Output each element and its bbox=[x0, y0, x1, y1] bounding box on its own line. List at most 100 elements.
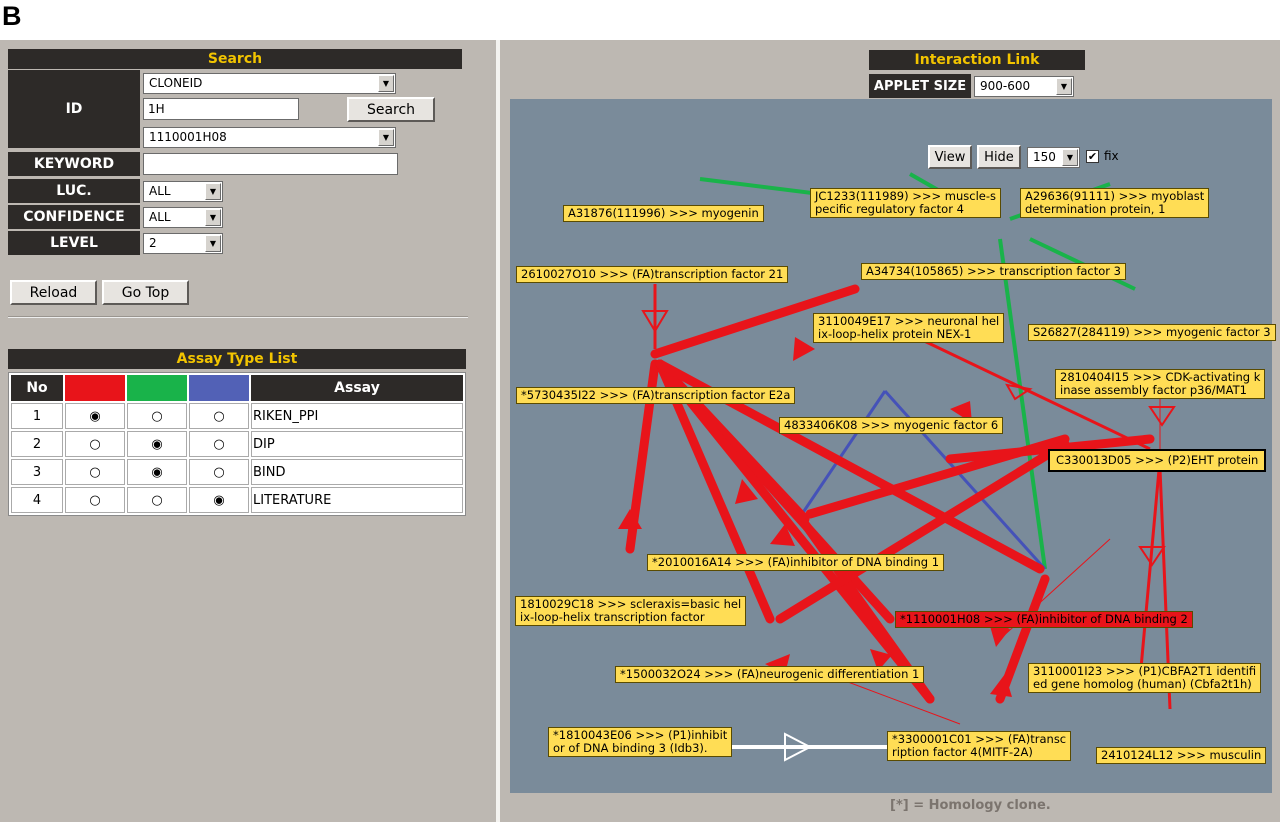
arrowhead bbox=[1148, 406, 1176, 427]
col-no: No bbox=[11, 375, 63, 401]
assay-name: DIP bbox=[251, 431, 463, 457]
edge-green bbox=[998, 238, 1047, 570]
id-result-select[interactable]: 1110001H08 ▼ bbox=[143, 127, 396, 148]
applet-size-label: APPLET SIZE bbox=[869, 74, 971, 98]
radio-blue[interactable]: ◉ bbox=[189, 487, 249, 513]
node-a29636[interactable]: A29636(91111) >>> myoblast determination… bbox=[1020, 188, 1210, 218]
node-2810404i15[interactable]: 2810404I15 >>> CDK-activating k inase as… bbox=[1055, 369, 1266, 399]
color-swatch-red bbox=[65, 375, 125, 401]
node-label-line: or of DNA binding 3 (Idb3). bbox=[553, 741, 708, 755]
chevron-down-icon[interactable]: ▼ bbox=[1062, 149, 1078, 166]
radio-red[interactable]: ○ bbox=[65, 431, 125, 457]
fix-label: fix bbox=[1104, 149, 1119, 163]
assay-row: 4 ○ ○ ◉ LITERATURE bbox=[11, 487, 463, 513]
edge-red-thin bbox=[1138, 458, 1162, 680]
confidence-label: CONFIDENCE bbox=[8, 205, 140, 229]
arrowhead bbox=[1005, 383, 1033, 401]
radio-red[interactable]: ○ bbox=[65, 487, 125, 513]
keyword-label: KEYWORD bbox=[8, 152, 140, 176]
chevron-down-icon[interactable]: ▼ bbox=[205, 209, 221, 226]
luc-label: LUC. bbox=[8, 179, 140, 203]
hide-button[interactable]: Hide bbox=[977, 145, 1021, 169]
node-label-line: ix-loop-helix protein NEX-1 bbox=[818, 327, 972, 341]
node-label-line: ed gene homolog (human) (Cbfa2t1h) bbox=[1033, 677, 1252, 691]
assay-row: 2 ○ ◉ ○ DIP bbox=[11, 431, 463, 457]
chevron-down-icon[interactable]: ▼ bbox=[378, 129, 394, 146]
search-button[interactable]: Search bbox=[347, 97, 435, 122]
assay-row-number: 3 bbox=[11, 459, 63, 485]
chevron-down-icon[interactable]: ▼ bbox=[205, 235, 221, 252]
node-c330013d05[interactable]: C330013D05 >>> (P2)EHT protein bbox=[1047, 449, 1267, 472]
id-type-value: CLONEID bbox=[149, 76, 203, 90]
edge-red bbox=[775, 439, 1070, 624]
node-label-line: ix-loop-helix transcription factor bbox=[520, 610, 705, 624]
radio-red[interactable]: ○ bbox=[65, 459, 125, 485]
assay-name: LITERATURE bbox=[251, 487, 463, 513]
node-4833406k08[interactable]: 4833406K08 >>> myogenic factor 6 bbox=[779, 417, 1004, 434]
chevron-down-icon[interactable]: ▼ bbox=[378, 75, 394, 92]
search-header: Search bbox=[8, 49, 462, 69]
node-3300001c01[interactable]: *3300001C01 >>> (FA)transc ription facto… bbox=[887, 731, 1072, 761]
assay-row-number: 4 bbox=[11, 487, 63, 513]
radio-red[interactable]: ◉ bbox=[65, 403, 125, 429]
node-2010016a14[interactable]: *2010016A14 >>> (FA)inhibitor of DNA bin… bbox=[647, 554, 945, 571]
assay-row-number: 2 bbox=[11, 431, 63, 457]
radio-green[interactable]: ◉ bbox=[127, 431, 187, 457]
id-result-value: 1110001H08 bbox=[149, 130, 227, 144]
color-swatch-green bbox=[127, 375, 187, 401]
node-a31876[interactable]: A31876(111996) >>> myogenin bbox=[563, 205, 764, 222]
confidence-select[interactable]: ALL ▼ bbox=[143, 207, 223, 228]
search-panel: Search ID CLONEID ▼ 1H Search 1110001H08… bbox=[0, 40, 496, 822]
node-1810029c18[interactable]: 1810029C18 >>> scleraxis=basic hel ix-lo… bbox=[515, 596, 747, 626]
node-1810043e06[interactable]: *1810043E06 >>> (P1)inhibit or of DNA bi… bbox=[548, 727, 733, 757]
node-a34734[interactable]: A34734(105865) >>> transcription factor … bbox=[861, 263, 1126, 280]
node-label-line: ription factor 4(MITF-2A) bbox=[892, 745, 1033, 759]
go-top-button[interactable]: Go Top bbox=[102, 280, 189, 305]
keyword-input[interactable] bbox=[143, 153, 398, 175]
interaction-panel: Interaction Link APPLET SIZE 900-600 ▼ V… bbox=[500, 40, 1280, 822]
radio-blue[interactable]: ○ bbox=[189, 403, 249, 429]
assay-type-table: No Assay 1 ◉ ○ ○ RIKEN_PPI 2 ○ ◉ ○ DIP 3 ○ ◉ ○ BIND 4 ○ ○… bbox=[8, 372, 466, 516]
luc-value: ALL bbox=[149, 184, 171, 198]
reload-button[interactable]: Reload bbox=[10, 280, 97, 305]
radio-green[interactable]: ◉ bbox=[127, 459, 187, 485]
node-3110049e17[interactable]: 3110049E17 >>> neuronal hel ix-loop-heli… bbox=[813, 313, 1005, 343]
interaction-applet[interactable]: View Hide 150 ▼ ✔ fix A31876(111996) >>>… bbox=[510, 99, 1276, 793]
node-3110001i23[interactable]: 3110001I23 >>> (P1)CBFA2T1 identifi ed g… bbox=[1028, 663, 1262, 693]
node-1500032o24[interactable]: *1500032O24 >>> (FA)neurogenic different… bbox=[615, 666, 925, 683]
divider bbox=[8, 316, 468, 318]
assay-list-header: Assay Type List bbox=[8, 349, 466, 369]
radio-green[interactable]: ○ bbox=[127, 403, 187, 429]
depth-select[interactable]: 150 ▼ bbox=[1027, 147, 1080, 168]
node-label-line: pecific regulatory factor 4 bbox=[815, 202, 964, 216]
id-type-select[interactable]: CLONEID ▼ bbox=[143, 73, 396, 94]
assay-row-number: 1 bbox=[11, 403, 63, 429]
node-5730435i22[interactable]: *5730435I22 >>> (FA)transcription factor… bbox=[516, 387, 796, 404]
node-jc1233[interactable]: JC1233(111989) >>> muscle-s pecific regu… bbox=[810, 188, 1001, 218]
view-button[interactable]: View bbox=[928, 145, 972, 169]
depth-value: 150 bbox=[1033, 150, 1056, 164]
assay-row: 3 ○ ◉ ○ BIND bbox=[11, 459, 463, 485]
chevron-down-icon[interactable]: ▼ bbox=[205, 183, 221, 200]
node-s26827[interactable]: S26827(284119) >>> myogenic factor 3 bbox=[1028, 324, 1276, 341]
fix-checkbox[interactable]: ✔ bbox=[1086, 150, 1099, 163]
radio-blue[interactable]: ○ bbox=[189, 459, 249, 485]
node-2610027o10[interactable]: 2610027O10 >>> (FA)transcription factor … bbox=[516, 266, 789, 283]
arrowhead bbox=[793, 337, 815, 361]
radio-blue[interactable]: ○ bbox=[189, 431, 249, 457]
level-select[interactable]: 2 ▼ bbox=[143, 233, 223, 254]
luc-select[interactable]: ALL ▼ bbox=[143, 181, 223, 202]
chevron-down-icon[interactable]: ▼ bbox=[1056, 78, 1072, 95]
node-2410124l12[interactable]: 2410124L12 >>> musculin bbox=[1096, 747, 1267, 764]
radio-green[interactable]: ○ bbox=[127, 487, 187, 513]
assay-name: BIND bbox=[251, 459, 463, 485]
level-label: LEVEL bbox=[8, 231, 140, 255]
node-1110001h08[interactable]: *1110001H08 >>> (FA)inhibitor of DNA bin… bbox=[895, 611, 1193, 628]
col-assay: Assay bbox=[251, 375, 463, 401]
interaction-header: Interaction Link bbox=[869, 50, 1085, 70]
applet-size-select[interactable]: 900-600 ▼ bbox=[974, 76, 1074, 97]
confidence-value: ALL bbox=[149, 210, 171, 224]
color-swatch-blue bbox=[189, 375, 249, 401]
applet-size-value: 900-600 bbox=[980, 79, 1031, 93]
id-input[interactable]: 1H bbox=[143, 98, 299, 120]
